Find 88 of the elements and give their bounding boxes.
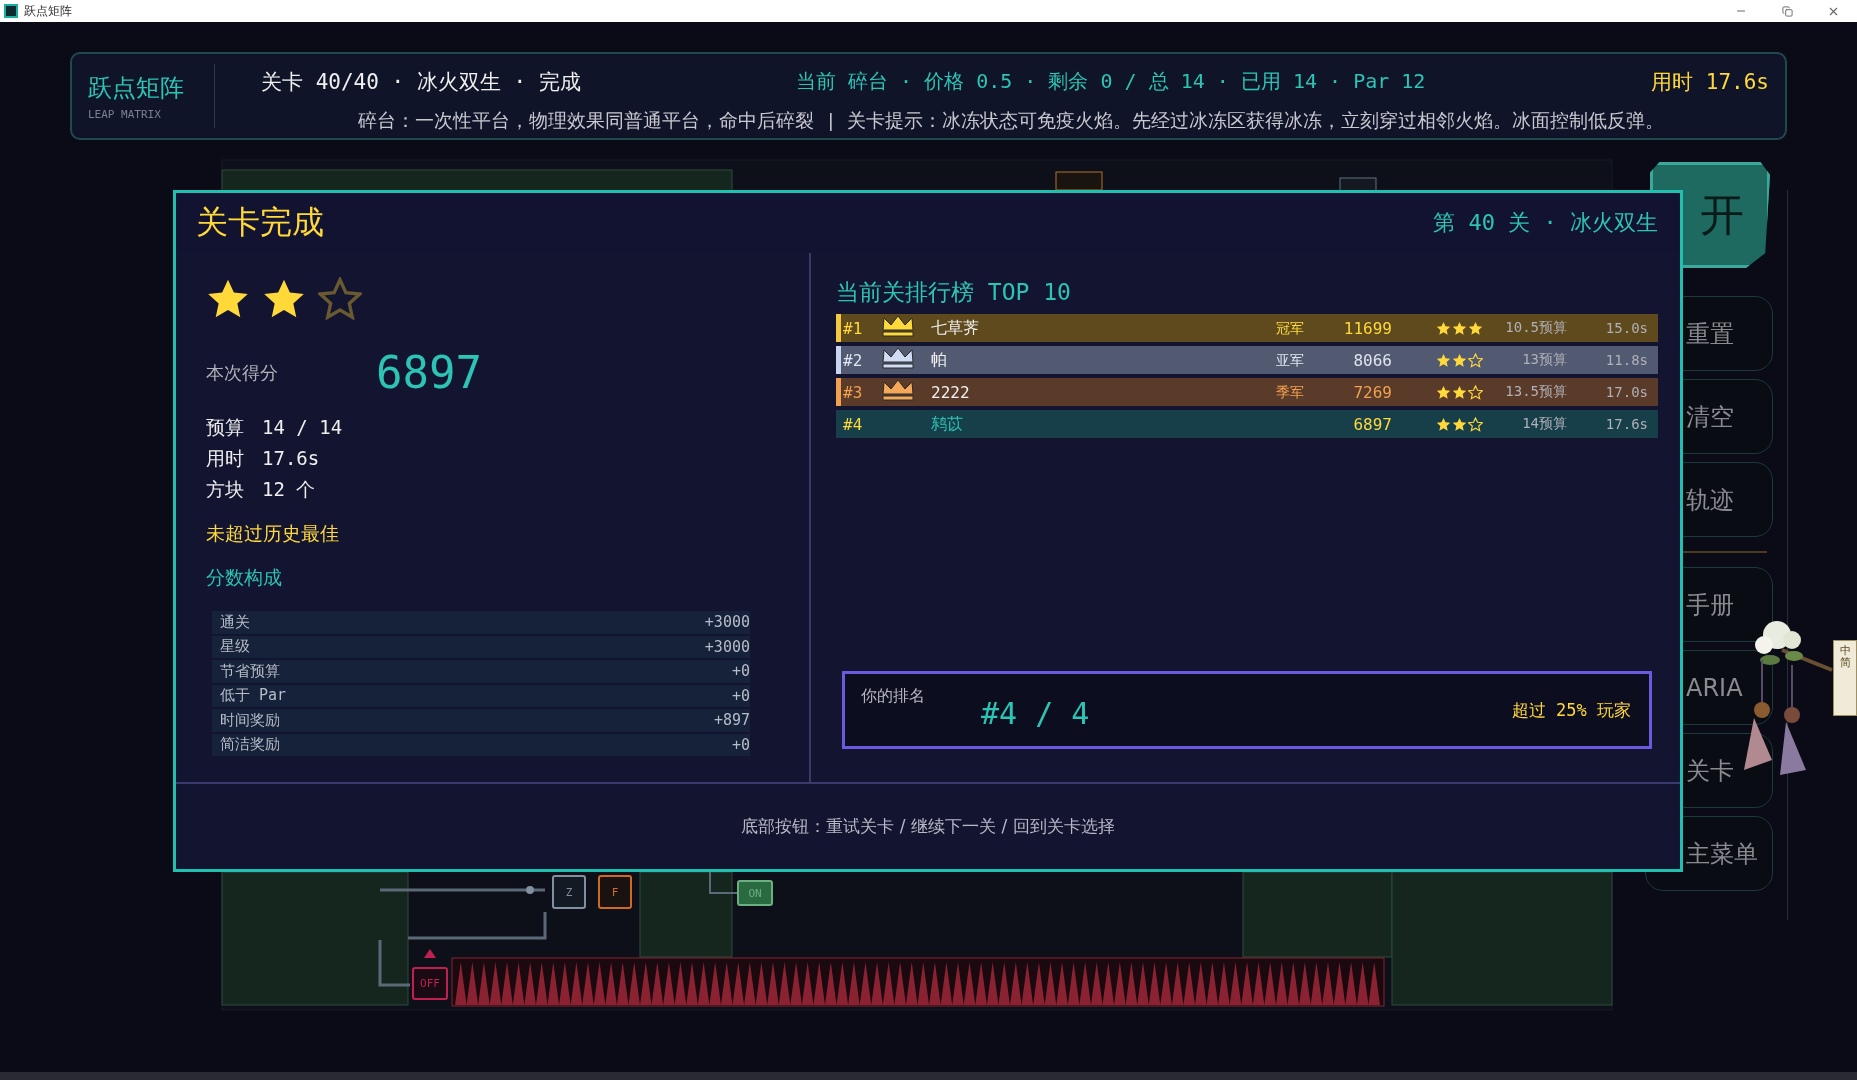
current-block-info: 当前 碎台 · 价格 0.5 · 剩余 0 / 总 14 · 已用 14 · Par 12 — [796, 68, 1427, 95]
star-icon — [1452, 416, 1467, 432]
breakdown-value: +0 — [731, 735, 750, 754]
breakdown-label: 简洁奖励 — [220, 735, 280, 755]
stat-label: 用时 — [206, 446, 244, 471]
dialog-title: 关卡完成 — [196, 202, 324, 243]
star-icon — [1468, 320, 1483, 336]
budget-value: 14预算 — [1521, 415, 1567, 433]
leaderboard-row[interactable]: #1 七草荠 冠军 11699 10.5预算 15.0s — [836, 314, 1658, 342]
hint-text: 碎台：一次性平台，物理效果同普通平台，命中后碎裂 | 关卡提示：冰冻状态可免疫火焰。先经过冰冻区获得冰冻，立刻穿过相邻火焰。冰面控制低反弹。 — [357, 108, 1666, 133]
star-icon — [1436, 352, 1451, 368]
medal-label: 亚军 — [1276, 352, 1304, 368]
time-value: 17.6s — [1604, 416, 1648, 432]
rank-number: #3 — [842, 382, 864, 402]
medal-label: 季军 — [1276, 384, 1304, 400]
switch-block: F — [598, 875, 632, 909]
leaderboard-row[interactable]: #4 鸫苡 6897 14预算 17.6s — [836, 410, 1658, 438]
time-value: 11.8s — [1604, 352, 1648, 368]
leaderboard-title: 当前关排行榜 TOP 10 — [836, 278, 1072, 307]
language-tag[interactable]: 中简 — [1833, 640, 1857, 716]
time-value: 15.0s — [1604, 320, 1648, 336]
breakdown-value: +0 — [731, 662, 750, 681]
crown-icon — [881, 379, 915, 401]
arrow-marker-icon — [424, 949, 436, 958]
player-score: 7269 — [1352, 382, 1392, 402]
language-text: 中简 — [1839, 645, 1851, 670]
star-icon — [1452, 320, 1467, 336]
rank-value: #4 / 4 — [981, 695, 1091, 731]
star-outline-icon — [1468, 384, 1483, 400]
crown-icon — [881, 347, 915, 369]
switch-block: OFF — [412, 967, 448, 1000]
breakdown-value: +3000 — [704, 613, 750, 632]
switch-block: Z — [552, 875, 586, 909]
stat-label: 方块 — [206, 477, 244, 502]
rank-number: #2 — [842, 350, 864, 370]
breakdown-value: +0 — [731, 686, 750, 705]
best-note: 未超过历史最佳 — [206, 521, 340, 546]
score-label: 本次得分 — [206, 360, 279, 385]
player-score: 11699 — [1342, 318, 1392, 338]
budget-value: 10.5预算 — [1504, 319, 1567, 337]
breakdown-label: 星级 — [220, 637, 250, 657]
breakdown-title: 分数构成 — [206, 565, 283, 590]
footer-hint: 底部按钮：重试关卡 / 继续下一关 / 回到关卡选择 — [741, 815, 1115, 838]
breakdown-label: 节省预算 — [220, 661, 280, 681]
window-title: 跃点矩阵 — [24, 2, 73, 20]
medal-label: 冠军 — [1276, 320, 1304, 336]
star-icon — [1452, 384, 1467, 400]
rank-percentile: 超过 25% 玩家 — [1511, 698, 1631, 722]
crown-icon — [881, 315, 915, 337]
rank-number: #1 — [842, 318, 864, 338]
player-name: 帕 — [931, 349, 948, 371]
rank-number: #4 — [842, 414, 864, 434]
breakdown-label: 低于 Par — [220, 686, 287, 706]
restore-icon — [1781, 5, 1793, 17]
breakdown-value: +3000 — [704, 637, 750, 656]
star-outline-icon — [1468, 352, 1483, 368]
player-score: 6897 — [1352, 414, 1392, 434]
budget-value: 13.5预算 — [1504, 383, 1567, 401]
rank-label: 你的排名 — [861, 686, 925, 707]
player-score: 8066 — [1352, 350, 1392, 370]
stat-label: 预算 — [206, 415, 244, 440]
level-status: 关卡 40/40 · 冰火双生 · 完成 — [261, 68, 582, 96]
star-icon — [1452, 352, 1467, 368]
player-name: 2222 — [931, 382, 971, 402]
star-icon — [1436, 416, 1451, 432]
stat-value: 14 / 14 — [262, 415, 343, 440]
timer-text: 用时 17.6s — [1651, 68, 1769, 96]
leaderboard-row[interactable]: #2 帕 亚军 8066 13预算 11.8s — [836, 346, 1658, 374]
score-value: 6897 — [376, 347, 482, 398]
stat-value: 12 个 — [262, 477, 316, 502]
player-name: 鸫苡 — [931, 413, 964, 435]
game-subtitle: LEAP MATRIX — [88, 107, 162, 121]
app-icon — [4, 4, 18, 18]
breakdown-label: 通关 — [220, 612, 250, 632]
budget-value: 13预算 — [1521, 351, 1567, 369]
star-icon — [1436, 384, 1451, 400]
player-name: 七草荠 — [931, 317, 980, 339]
switch-block: ON — [737, 880, 773, 906]
star-outline-icon — [318, 277, 362, 321]
star-icon — [1436, 320, 1451, 336]
leaderboard-row[interactable]: #3 2222 季军 7269 13.5预算 17.0s — [836, 378, 1658, 406]
star-outline-icon — [1468, 416, 1483, 432]
time-value: 17.0s — [1604, 384, 1648, 400]
trap-block — [1055, 171, 1103, 191]
game-logo: 跃点矩阵 — [88, 72, 185, 104]
stat-value: 17.6s — [262, 446, 320, 471]
breakdown-label: 时间奖励 — [220, 710, 280, 730]
breakdown-value: +897 — [713, 711, 750, 730]
